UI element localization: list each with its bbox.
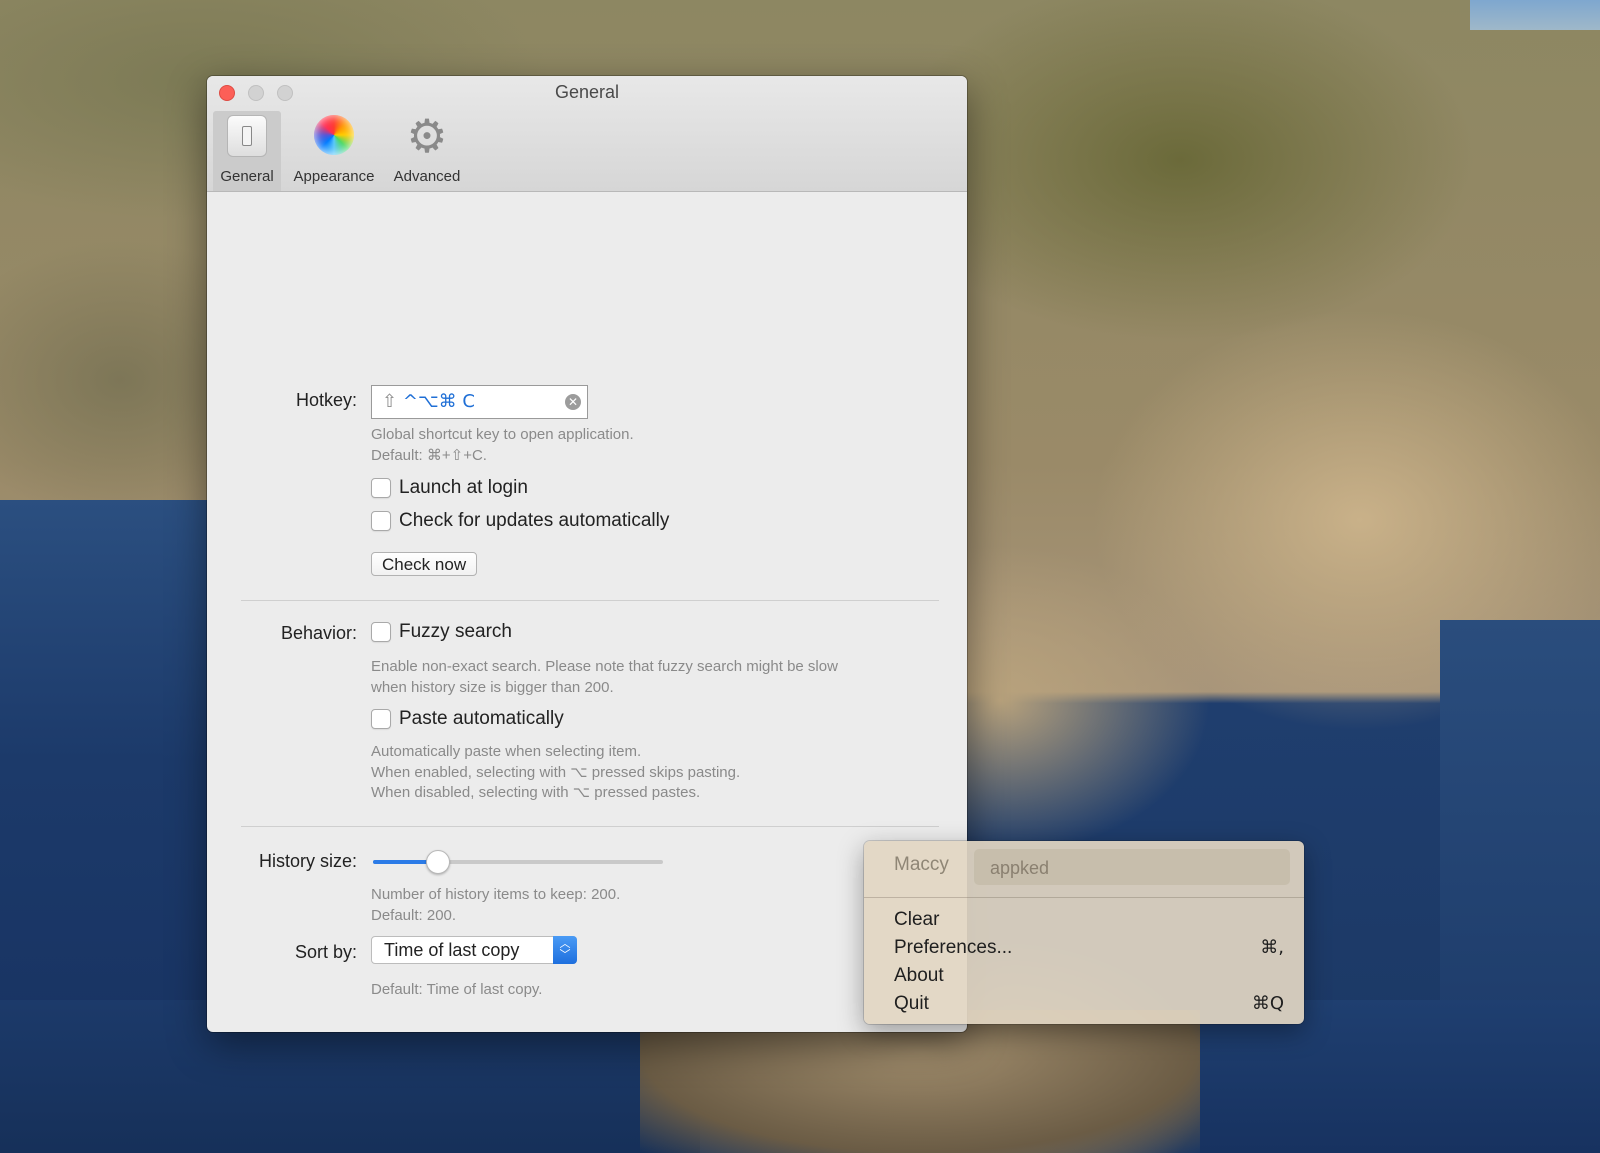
sort-by-hint: Default: Time of last copy. — [371, 981, 543, 998]
quit-shortcut: ⌘Q — [1251, 993, 1284, 1014]
menu-item-about[interactable]: About — [894, 965, 1294, 987]
menu-app-name: Maccy — [894, 854, 949, 875]
gear-icon: ⚙ — [406, 110, 448, 162]
preferences-window: General General Appearance ⚙ Advanced Ho… — [207, 76, 967, 1032]
fuzzy-search-hint: Enable non-exact search. Please note tha… — [371, 658, 838, 696]
slider-knob[interactable] — [425, 850, 450, 874]
fuzzy-search-checkbox[interactable]: Fuzzy search — [371, 621, 512, 643]
hotkey-recorder[interactable]: ⇧ ^⌥⌘ C ✕ — [371, 385, 588, 419]
history-size-hint: Number of history items to keep: 200. De… — [371, 886, 621, 924]
paste-automatically-checkbox[interactable]: Paste automatically — [371, 708, 564, 730]
paste-automatically-hint: Automatically paste when selecting item.… — [371, 743, 741, 801]
preferences-shortcut: ⌘, — [1260, 937, 1284, 958]
behavior-label: Behavior: — [280, 623, 357, 643]
separator — [241, 826, 939, 827]
general-pane: Hotkey: ⇧ ^⌥⌘ C ✕ Global shortcut key to… — [207, 192, 967, 1032]
sort-by-value: Time of last copy — [384, 940, 520, 960]
checkbox-box[interactable] — [371, 511, 391, 531]
history-size-label: History size: — [258, 851, 357, 871]
tab-general-label: General — [220, 168, 274, 185]
maccy-menu: Maccy appked Clear Preferences... ⌘, Abou… — [864, 841, 1304, 1024]
tab-advanced[interactable]: ⚙ Advanced — [387, 111, 467, 191]
history-size-slider[interactable] — [373, 860, 663, 864]
color-wheel-icon — [313, 115, 355, 157]
tab-general[interactable]: General — [213, 111, 281, 191]
sort-by-label: Sort by: — [294, 942, 357, 962]
checkbox-box[interactable] — [371, 622, 391, 642]
tab-advanced-label: Advanced — [393, 168, 461, 185]
fuzzy-search-label: Fuzzy search — [399, 621, 512, 642]
separator — [241, 600, 939, 601]
window-title: General — [554, 82, 620, 102]
check-now-button[interactable]: Check now — [371, 552, 478, 576]
toolbar: General General Appearance ⚙ Advanced — [207, 76, 967, 192]
popup-chevron-icon: ︿ ﹀ — [553, 936, 577, 964]
launch-at-login-checkbox[interactable]: Launch at login — [371, 477, 528, 499]
switch-icon — [226, 115, 268, 157]
tab-appearance[interactable]: Appearance — [287, 111, 381, 191]
menu-separator — [864, 897, 1304, 898]
launch-at-login-label: Launch at login — [399, 477, 528, 498]
hotkey-label: Hotkey: — [295, 390, 357, 410]
checkbox-box[interactable] — [371, 478, 391, 498]
hotkey-hint: Global shortcut key to open application.… — [371, 426, 634, 464]
hotkey-value: ⇧ ^⌥⌘ C — [382, 391, 475, 412]
menu-search-field[interactable]: appked — [974, 849, 1290, 885]
tab-appearance-label: Appearance — [293, 168, 375, 185]
menu-item-clear[interactable]: Clear — [894, 909, 1294, 931]
checkbox-box[interactable] — [371, 709, 391, 729]
sky — [1470, 0, 1600, 30]
sort-by-popup[interactable]: Time of last copy ︿ ﹀ — [371, 936, 577, 964]
check-updates-checkbox[interactable]: Check for updates automatically — [371, 510, 669, 532]
menu-item-quit[interactable]: Quit ⌘Q — [894, 993, 1294, 1015]
menu-item-preferences[interactable]: Preferences... ⌘, — [894, 937, 1294, 959]
check-updates-label: Check for updates automatically — [399, 510, 670, 531]
clear-hotkey-icon[interactable]: ✕ — [565, 394, 581, 410]
paste-automatically-label: Paste automatically — [399, 708, 564, 729]
